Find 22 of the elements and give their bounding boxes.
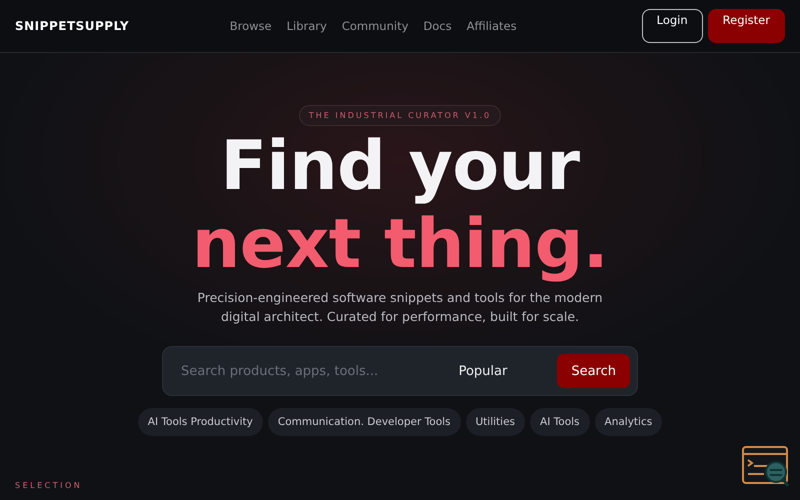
- nav-link[interactable]: Browse: [230, 19, 272, 33]
- search-button[interactable]: Search: [557, 354, 630, 388]
- subtitle: Precision-engineered software snippets and tools for the modern digital architect. Curated for performance, built for scale.: [196, 289, 604, 326]
- login-button[interactable]: Login: [642, 9, 703, 43]
- headline: Find your: [220, 128, 580, 206]
- tag-chip[interactable]: Communication. Developer Tools: [268, 408, 460, 436]
- sort-select[interactable]: Popular: [452, 362, 514, 380]
- tag-chip[interactable]: AI Tools Productivity: [138, 408, 263, 436]
- nav-link[interactable]: Affiliates: [466, 19, 517, 33]
- search-field[interactable]: Search products, apps, tools...: [179, 362, 453, 380]
- nav-link[interactable]: Community: [342, 19, 408, 33]
- nav-link[interactable]: Docs: [423, 19, 452, 33]
- tag-chip[interactable]: Utilities: [466, 408, 526, 436]
- nav-link[interactable]: Library: [286, 19, 327, 33]
- section-label: SELECTION: [15, 481, 82, 490]
- tag-chip[interactable]: AI Tools: [530, 408, 590, 436]
- tag-chip[interactable]: Analytics: [594, 408, 662, 436]
- register-button[interactable]: Register: [708, 9, 785, 43]
- version-badge: THE INDUSTRIAL CURATOR V1.0: [298, 105, 502, 126]
- code-search-icon[interactable]: [742, 446, 790, 488]
- headline: next thing.: [192, 206, 608, 284]
- logo: SNIPPETSUPPLY: [15, 19, 130, 33]
